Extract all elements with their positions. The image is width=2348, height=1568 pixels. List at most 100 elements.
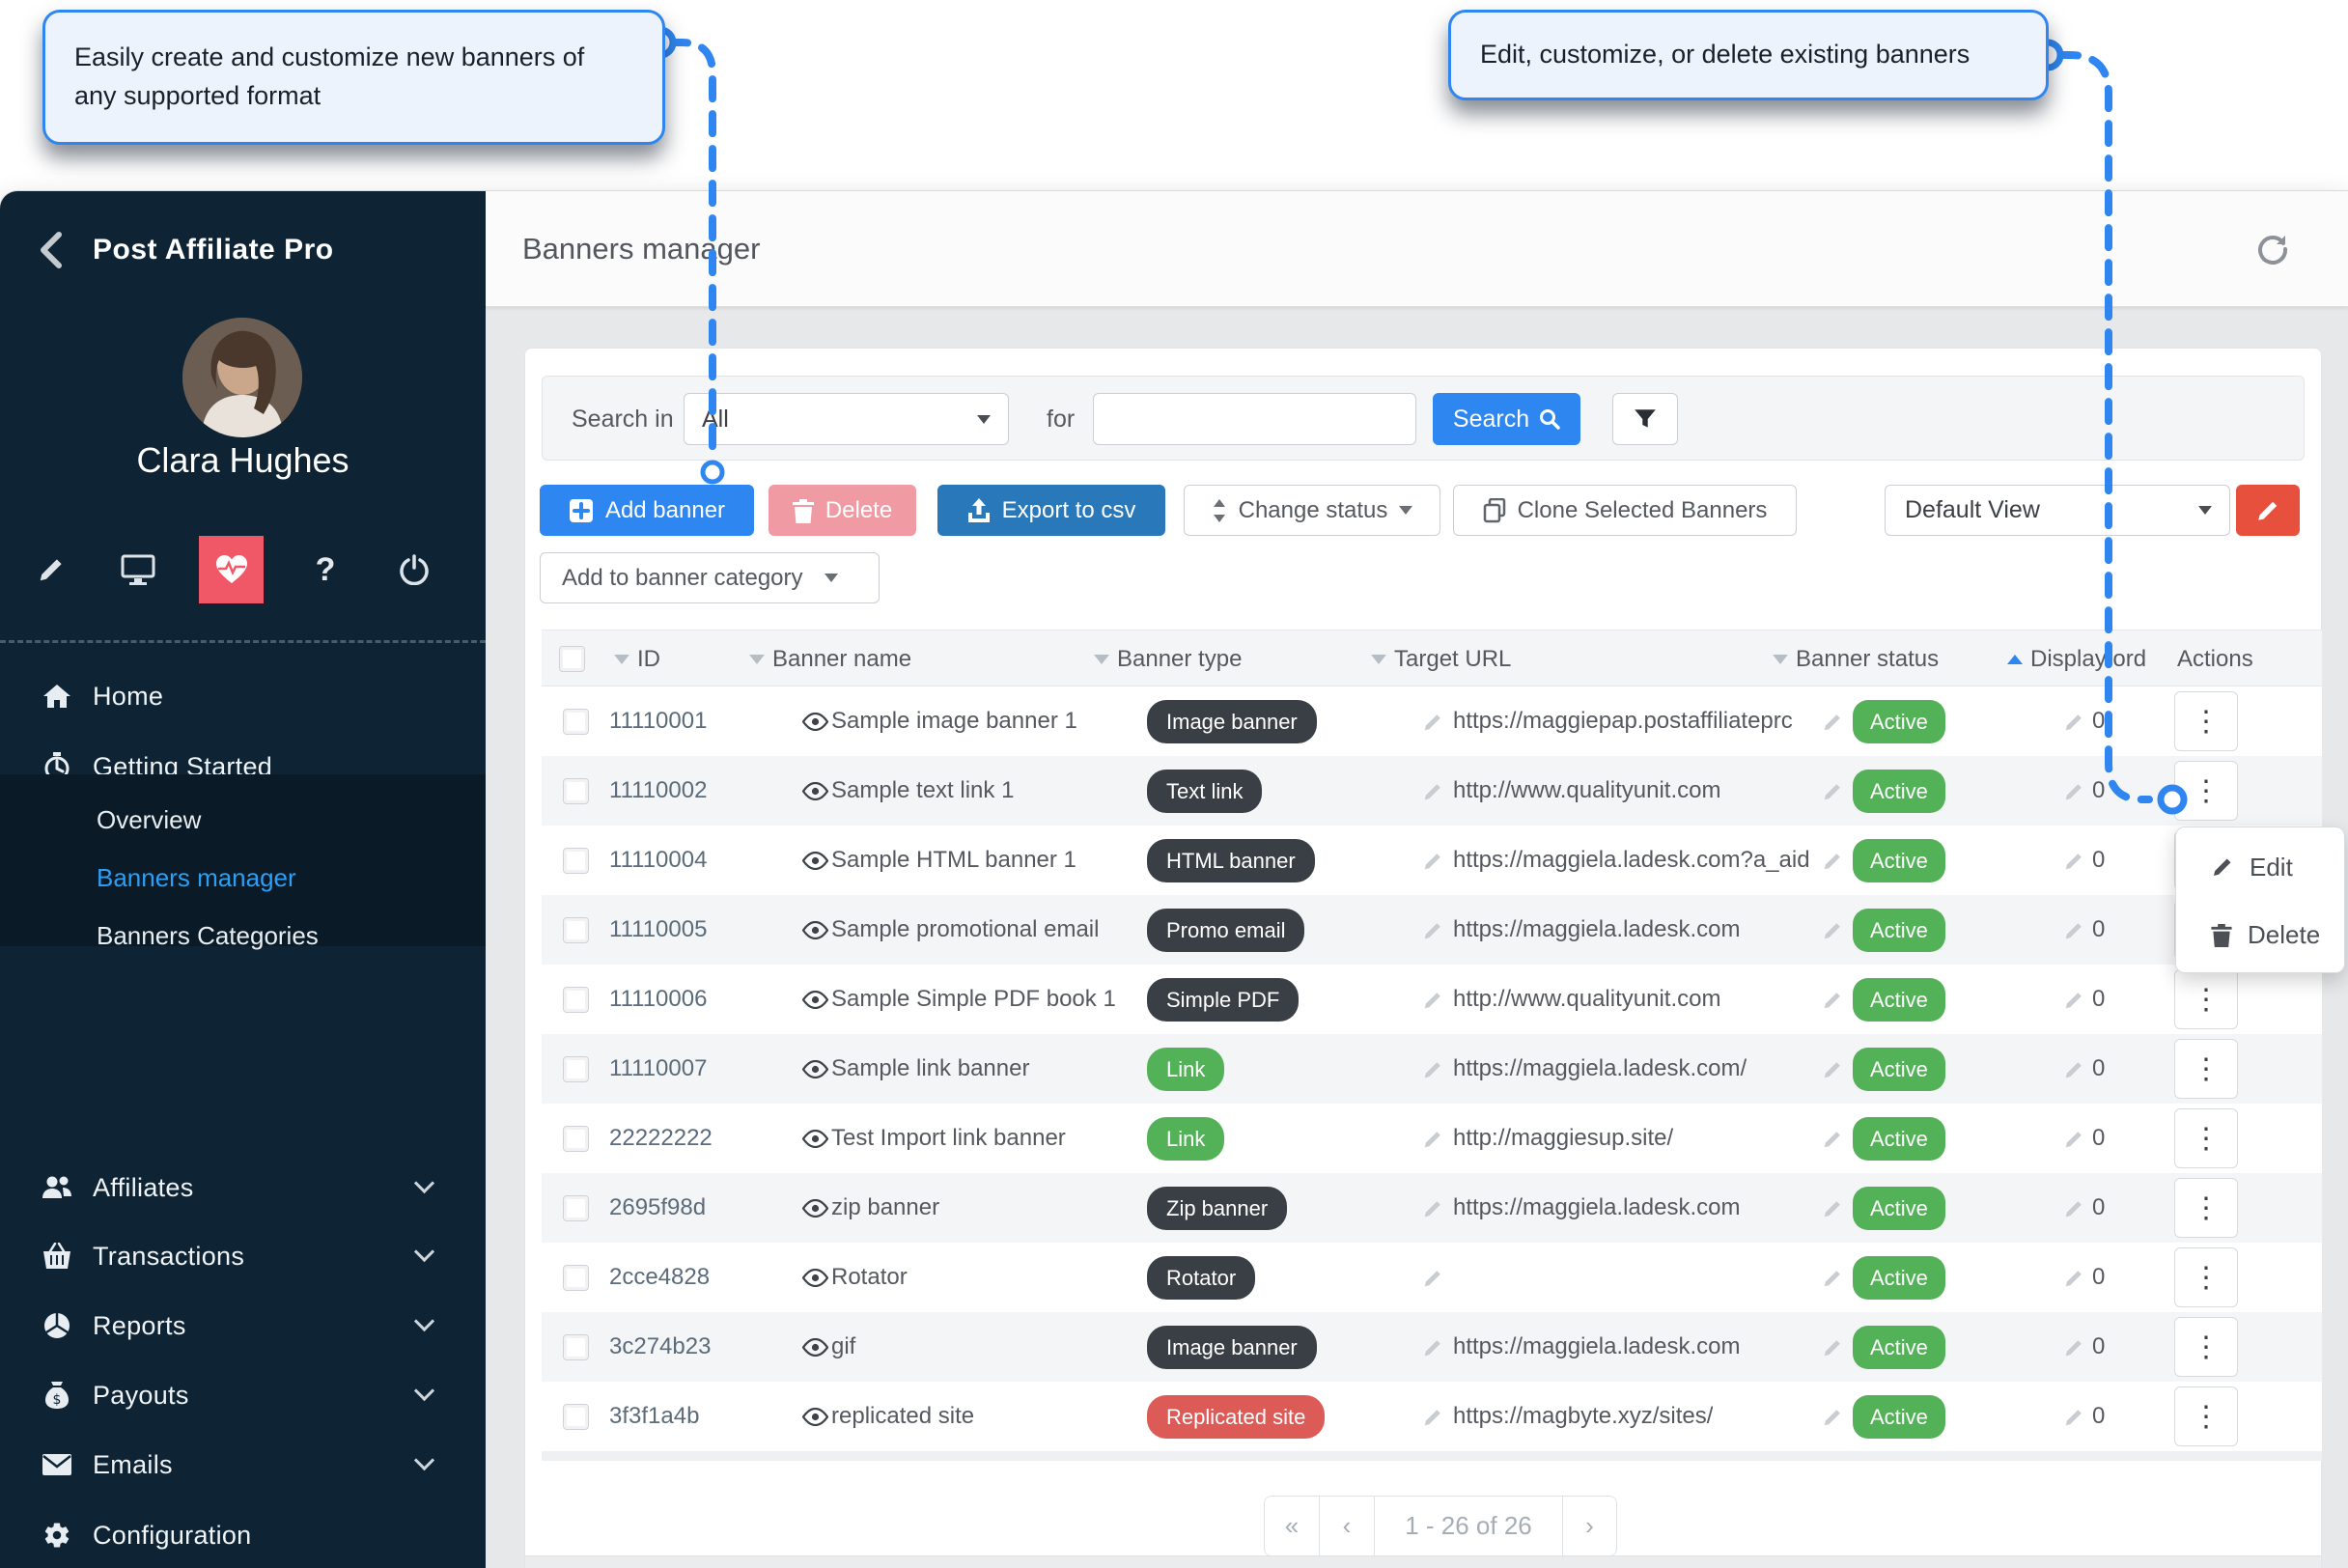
select-all-checkbox[interactable]: [559, 646, 585, 672]
col-header-name[interactable]: Banner name: [749, 630, 911, 687]
sidebar-item-reports[interactable]: Reports: [0, 1295, 486, 1357]
edit-pencil-icon[interactable]: [1822, 990, 1843, 1011]
edit-pencil-icon[interactable]: [1422, 920, 1443, 941]
preview-eye-icon[interactable]: [802, 1173, 828, 1243]
filter-button[interactable]: [1612, 393, 1678, 445]
edit-pencil-icon[interactable]: [2063, 1407, 2084, 1428]
search-scope-select[interactable]: All: [684, 393, 1009, 445]
row-target-url[interactable]: https://magbyte.xyz/sites/: [1453, 1382, 1713, 1451]
sidebar-item-payouts[interactable]: $ Payouts: [0, 1364, 486, 1426]
search-button[interactable]: Search: [1433, 393, 1580, 445]
preview-eye-icon[interactable]: [802, 1382, 828, 1451]
edit-pencil-icon[interactable]: [2063, 990, 2084, 1011]
row-actions-kebab[interactable]: ⋮: [2174, 691, 2238, 751]
edit-pencil-icon[interactable]: [1422, 1059, 1443, 1080]
preview-eye-icon[interactable]: [802, 1104, 828, 1173]
help-question-icon[interactable]: ?: [295, 535, 355, 604]
submenu-banners-manager[interactable]: Banners manager: [97, 863, 296, 893]
row-name[interactable]: Sample image banner 1: [831, 686, 1077, 756]
edit-pencil-icon[interactable]: [1822, 1268, 1843, 1289]
edit-profile-pencil-icon[interactable]: [21, 535, 81, 604]
delete-button[interactable]: Delete: [769, 485, 916, 536]
edit-pencil-icon[interactable]: [2063, 851, 2084, 872]
row-name[interactable]: Rotator: [831, 1243, 908, 1312]
monitor-icon[interactable]: [108, 535, 168, 604]
row-name[interactable]: Sample Simple PDF book 1: [831, 965, 1116, 1034]
row-checkbox[interactable]: [563, 848, 589, 874]
preview-eye-icon[interactable]: [802, 826, 828, 895]
edit-pencil-icon[interactable]: [1822, 712, 1843, 733]
sidebar-item-transactions[interactable]: Transactions: [0, 1225, 486, 1287]
power-logout-icon[interactable]: [384, 535, 444, 604]
edit-pencil-icon[interactable]: [1422, 1268, 1443, 1289]
col-header-display-order[interactable]: Display ord: [2007, 630, 2146, 687]
edit-pencil-icon[interactable]: [1822, 1407, 1843, 1428]
row-checkbox[interactable]: [563, 778, 589, 804]
preview-eye-icon[interactable]: [802, 756, 828, 826]
preview-eye-icon[interactable]: [802, 686, 828, 756]
edit-view-button[interactable]: [2236, 485, 2300, 536]
row-actions-kebab[interactable]: ⋮: [2174, 1386, 2238, 1446]
row-actions-kebab[interactable]: ⋮: [2174, 1178, 2238, 1238]
edit-pencil-icon[interactable]: [2063, 1337, 2084, 1358]
row-checkbox[interactable]: [563, 917, 589, 943]
edit-pencil-icon[interactable]: [2063, 1059, 2084, 1080]
edit-pencil-icon[interactable]: [1822, 1337, 1843, 1358]
preview-eye-icon[interactable]: [802, 1312, 828, 1382]
edit-pencil-icon[interactable]: [1422, 712, 1443, 733]
row-name[interactable]: gif: [831, 1312, 855, 1382]
col-header-id[interactable]: ID: [614, 630, 660, 687]
row-target-url[interactable]: https://maggiela.ladesk.com/: [1453, 1034, 1747, 1104]
col-header-url[interactable]: Target URL: [1371, 630, 1511, 687]
sidebar-item-affiliates[interactable]: Affiliates: [0, 1157, 486, 1218]
row-name[interactable]: zip banner: [831, 1173, 939, 1243]
edit-pencil-icon[interactable]: [1822, 851, 1843, 872]
row-actions-kebab[interactable]: ⋮: [2174, 761, 2238, 821]
page-first-button[interactable]: «: [1265, 1497, 1320, 1555]
submenu-banners-categories[interactable]: Banners Categories: [97, 921, 319, 951]
edit-pencil-icon[interactable]: [2063, 1129, 2084, 1150]
row-actions-kebab[interactable]: ⋮: [2174, 1039, 2238, 1099]
edit-pencil-icon[interactable]: [1422, 781, 1443, 802]
row-name[interactable]: Test Import link banner: [831, 1104, 1066, 1173]
back-arrow-icon[interactable]: [29, 228, 71, 272]
row-checkbox[interactable]: [563, 1404, 589, 1430]
row-checkbox[interactable]: [563, 1126, 589, 1152]
edit-pencil-icon[interactable]: [1422, 1198, 1443, 1219]
row-target-url[interactable]: http://www.qualityunit.com: [1453, 965, 1720, 1034]
avatar[interactable]: [182, 318, 302, 437]
edit-pencil-icon[interactable]: [2063, 1198, 2084, 1219]
edit-pencil-icon[interactable]: [1822, 1198, 1843, 1219]
add-to-category-button[interactable]: Add to banner category: [540, 552, 880, 603]
edit-pencil-icon[interactable]: [2063, 920, 2084, 941]
health-heart-icon[interactable]: [199, 536, 264, 603]
add-banner-button[interactable]: Add banner: [540, 485, 754, 536]
row-checkbox[interactable]: [563, 709, 589, 735]
edit-pencil-icon[interactable]: [1822, 1129, 1843, 1150]
row-actions-kebab[interactable]: ⋮: [2174, 1247, 2238, 1307]
menu-item-delete[interactable]: Delete: [2176, 903, 2346, 966]
change-status-button[interactable]: Change status: [1184, 485, 1440, 536]
page-prev-button[interactable]: ‹: [1320, 1497, 1375, 1555]
edit-pencil-icon[interactable]: [1822, 1059, 1843, 1080]
edit-pencil-icon[interactable]: [1422, 1337, 1443, 1358]
row-checkbox[interactable]: [563, 1195, 589, 1221]
row-name[interactable]: Sample promotional email: [831, 895, 1099, 965]
row-target-url[interactable]: https://maggiela.ladesk.com: [1453, 895, 1740, 965]
col-header-status[interactable]: Banner status: [1773, 630, 1939, 687]
row-name[interactable]: Sample HTML banner 1: [831, 826, 1076, 895]
view-select[interactable]: Default View: [1885, 485, 2230, 536]
edit-pencil-icon[interactable]: [1822, 920, 1843, 941]
row-checkbox[interactable]: [563, 1265, 589, 1291]
row-target-url[interactable]: https://maggiela.ladesk.com: [1453, 1173, 1740, 1243]
row-actions-kebab[interactable]: ⋮: [2174, 1108, 2238, 1168]
edit-pencil-icon[interactable]: [2063, 712, 2084, 733]
row-checkbox[interactable]: [563, 1056, 589, 1082]
sidebar-item-emails[interactable]: Emails: [0, 1434, 486, 1496]
row-target-url[interactable]: https://maggiepap.postaffiliateprc: [1453, 686, 1793, 756]
row-name[interactable]: Sample link banner: [831, 1034, 1029, 1104]
sidebar-item-configuration[interactable]: Configuration: [0, 1504, 486, 1566]
sidebar-item-home[interactable]: Home: [0, 665, 486, 727]
preview-eye-icon[interactable]: [802, 895, 828, 965]
search-input[interactable]: [1093, 393, 1416, 445]
